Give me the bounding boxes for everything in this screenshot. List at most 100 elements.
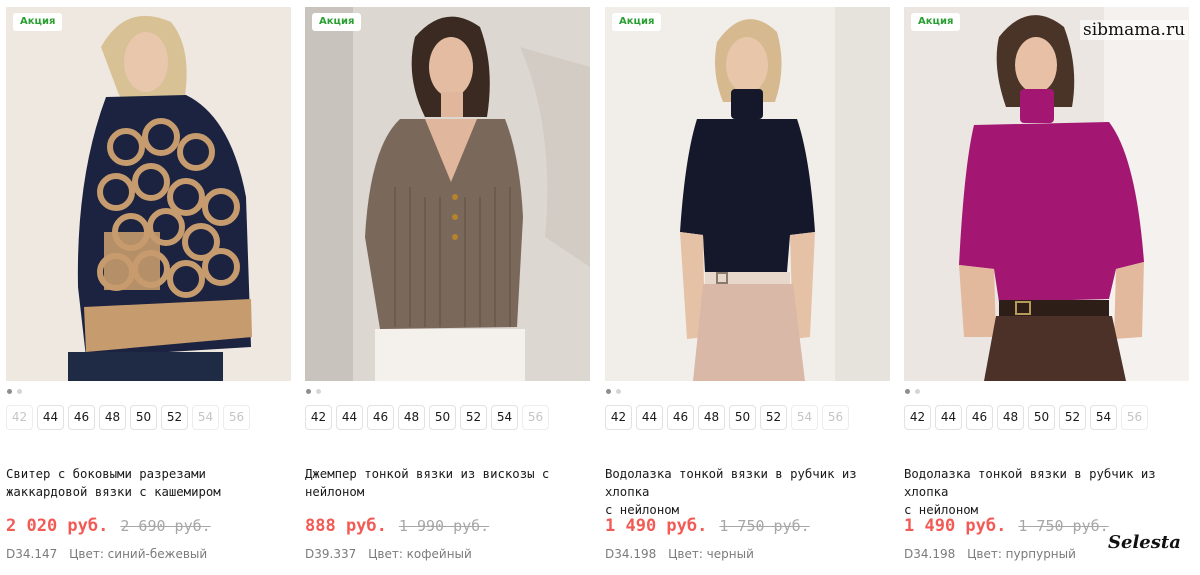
promo-badge: Акция — [911, 13, 961, 31]
promo-badge: Акция — [13, 13, 63, 31]
article-code: D39.337 — [305, 547, 357, 561]
product-card[interactable]: Акция 42 44 46 48 50 52 54 56 Водолазка … — [904, 7, 1189, 572]
size-chip[interactable]: 46 — [667, 405, 694, 430]
size-chip[interactable]: 46 — [68, 405, 95, 430]
product-card[interactable]: Акция 42 44 46 48 50 52 54 56 Водолазка … — [605, 7, 890, 572]
site-watermark: sibmama.ru — [1080, 20, 1189, 40]
size-list: 42 44 46 48 50 52 54 56 — [605, 405, 849, 430]
pager-dot[interactable] — [316, 389, 321, 394]
color-label: Цвет: синий-бежевый — [69, 547, 208, 561]
promo-badge: Акция — [612, 13, 662, 31]
product-image — [6, 7, 291, 381]
pager-dot[interactable] — [17, 389, 22, 394]
size-chip[interactable]: 48 — [997, 405, 1024, 430]
product-meta: D39.337 Цвет: кофейный — [305, 547, 472, 561]
size-chip[interactable]: 50 — [1028, 405, 1055, 430]
pager-dot[interactable] — [915, 389, 920, 394]
product-title-line: Джемпер тонкой вязки из вискозы с — [305, 467, 550, 481]
product-photo[interactable]: Акция — [605, 7, 890, 381]
old-price: 2 690 руб. — [120, 517, 211, 535]
current-price: 2 020 руб. — [6, 516, 109, 536]
pager-dot-active[interactable] — [7, 389, 12, 394]
size-chip[interactable]: 44 — [37, 405, 64, 430]
old-price: 1 990 руб. — [398, 517, 490, 535]
size-chip[interactable]: 46 — [966, 405, 993, 430]
size-chip[interactable]: 44 — [636, 405, 663, 430]
product-title-line: нейлоном — [305, 485, 365, 499]
current-price: 1 490 руб. — [605, 516, 708, 536]
size-chip[interactable]: 46 — [367, 405, 394, 430]
size-chip[interactable]: 42 — [904, 405, 931, 430]
price-row: 1 490 руб. 1 750 руб. — [605, 516, 810, 540]
price-row: 1 490 руб. 1 750 руб. — [904, 516, 1109, 540]
product-card[interactable]: Акция 42 44 46 48 50 52 54 56 Джемпер то… — [305, 7, 590, 572]
size-chip[interactable]: 48 — [698, 405, 725, 430]
product-photo[interactable]: Акция — [6, 7, 291, 381]
color-label: Цвет: черный — [668, 547, 754, 561]
image-pager[interactable] — [306, 389, 321, 395]
size-chip[interactable]: 50 — [130, 405, 157, 430]
pager-dot-active[interactable] — [905, 389, 910, 394]
pager-dot-active[interactable] — [606, 389, 611, 394]
size-chip[interactable]: 54 — [791, 405, 818, 430]
current-price: 1 490 руб. — [904, 516, 1007, 536]
image-pager[interactable] — [7, 389, 22, 395]
size-chip[interactable]: 56 — [223, 405, 250, 430]
product-photo[interactable]: Акция — [904, 7, 1189, 381]
current-price: 888 руб. — [305, 516, 387, 536]
product-grid: Акция 42 44 46 48 50 52 54 56 Свитер с б… — [6, 7, 1194, 572]
product-card[interactable]: Акция 42 44 46 48 50 52 54 56 Свитер с б… — [6, 7, 291, 572]
size-chip[interactable]: 56 — [522, 405, 549, 430]
pager-dot-active[interactable] — [306, 389, 311, 394]
image-pager[interactable] — [905, 389, 920, 395]
size-chip[interactable]: 44 — [336, 405, 363, 430]
size-chip[interactable]: 48 — [398, 405, 425, 430]
price-row: 2 020 руб. 2 690 руб. — [6, 516, 211, 540]
old-price: 1 750 руб. — [1018, 517, 1109, 535]
pager-dot[interactable] — [616, 389, 621, 394]
article-code: D34.147 — [6, 547, 58, 561]
size-chip[interactable]: 52 — [161, 405, 188, 430]
size-chip[interactable]: 56 — [822, 405, 849, 430]
product-title-link[interactable]: Свитер с боковыми разрезами жаккардовой … — [6, 465, 296, 501]
product-title-link[interactable]: Водолазка тонкой вязки в рубчик из хлопк… — [904, 465, 1194, 519]
size-chip[interactable]: 42 — [605, 405, 632, 430]
size-list: 42 44 46 48 50 52 54 56 — [6, 405, 250, 430]
size-chip[interactable]: 50 — [429, 405, 456, 430]
price-row: 888 руб. 1 990 руб. — [305, 516, 489, 540]
size-chip[interactable]: 52 — [460, 405, 487, 430]
product-image — [605, 7, 890, 381]
product-title-line: жаккардовой вязки с кашемиром — [6, 485, 221, 499]
size-chip[interactable]: 54 — [192, 405, 219, 430]
size-chip[interactable]: 42 — [6, 405, 33, 430]
size-chip[interactable]: 54 — [491, 405, 518, 430]
size-chip[interactable]: 42 — [305, 405, 332, 430]
product-title-line: Свитер с боковыми разрезами — [6, 467, 206, 481]
size-list: 42 44 46 48 50 52 54 56 — [305, 405, 549, 430]
size-chip[interactable]: 56 — [1121, 405, 1148, 430]
color-label: Цвет: пурпурный — [967, 547, 1076, 561]
size-chip[interactable]: 50 — [729, 405, 756, 430]
article-code: D34.198 — [605, 547, 657, 561]
product-title-link[interactable]: Джемпер тонкой вязки из вискозы с нейлон… — [305, 465, 595, 501]
product-image — [305, 7, 590, 381]
size-chip[interactable]: 48 — [99, 405, 126, 430]
product-photo[interactable]: Акция — [305, 7, 590, 381]
product-meta: D34.147 Цвет: синий-бежевый — [6, 547, 207, 561]
product-title-link[interactable]: Водолазка тонкой вязки в рубчик из хлопк… — [605, 465, 895, 519]
size-chip[interactable]: 54 — [1090, 405, 1117, 430]
size-chip[interactable]: 52 — [760, 405, 787, 430]
image-pager[interactable] — [606, 389, 621, 395]
product-meta: D34.198 Цвет: пурпурный — [904, 547, 1076, 561]
product-image — [904, 7, 1189, 381]
old-price: 1 750 руб. — [719, 517, 810, 535]
product-title-line: Водолазка тонкой вязки в рубчик из хлопк… — [605, 467, 857, 499]
size-list: 42 44 46 48 50 52 54 56 — [904, 405, 1148, 430]
brand-watermark: Selesta — [1108, 532, 1181, 553]
size-chip[interactable]: 52 — [1059, 405, 1086, 430]
product-meta: D34.198 Цвет: черный — [605, 547, 754, 561]
color-label: Цвет: кофейный — [368, 547, 472, 561]
size-chip[interactable]: 44 — [935, 405, 962, 430]
product-title-line: Водолазка тонкой вязки в рубчик из хлопк… — [904, 467, 1156, 499]
promo-badge: Акция — [312, 13, 362, 31]
